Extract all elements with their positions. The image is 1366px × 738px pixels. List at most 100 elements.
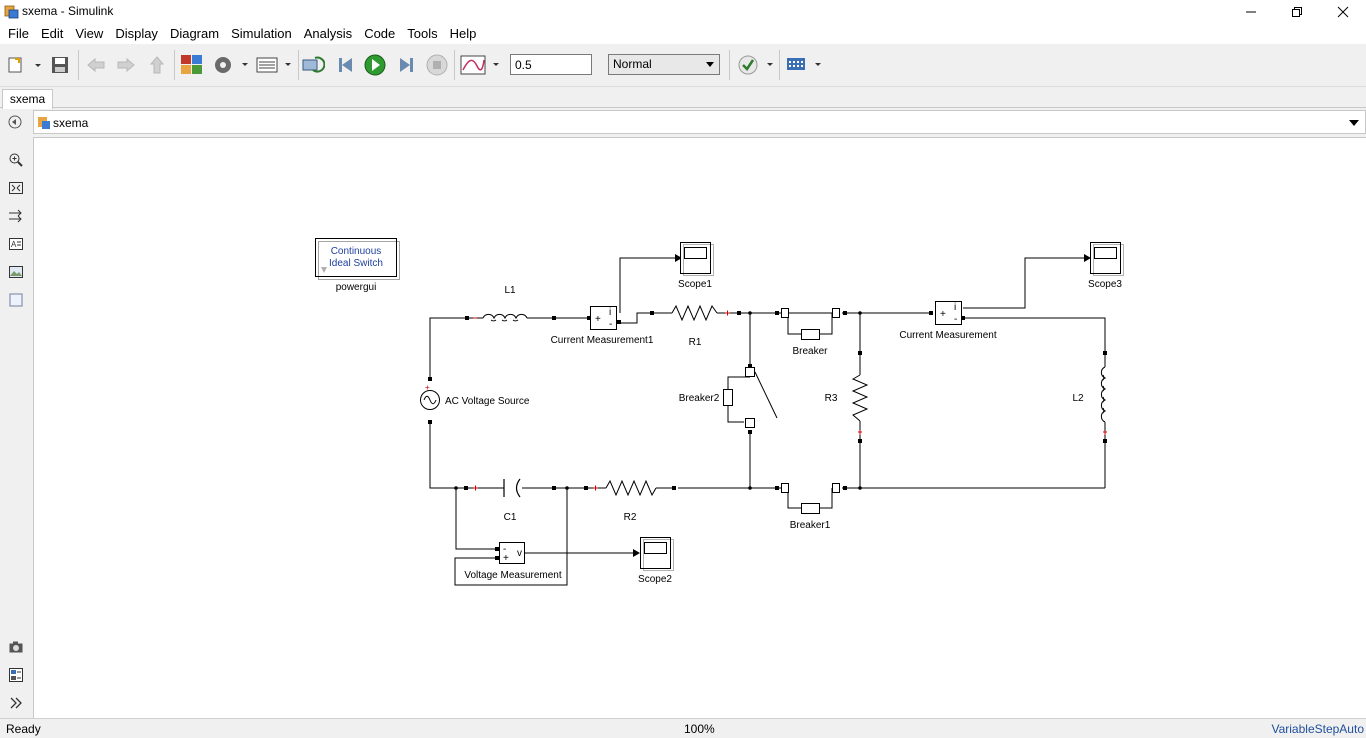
label-c1: C1 [504, 512, 517, 523]
label-l1: L1 [504, 285, 516, 296]
update-diagram-icon[interactable] [300, 52, 326, 78]
svg-text:+: + [940, 309, 946, 320]
back-arrow-icon[interactable] [84, 52, 108, 78]
resistor-r3[interactable] [851, 374, 869, 422]
menu-help[interactable]: Help [444, 23, 483, 44]
svg-text:v: v [517, 548, 522, 559]
diagram-canvas[interactable]: Continuous Ideal Switch powergui L1 + i … [33, 137, 1366, 718]
route-lines-icon[interactable] [6, 206, 26, 226]
minimize-button[interactable] [1228, 0, 1274, 23]
menu-analysis[interactable]: Analysis [298, 23, 358, 44]
zoom-level: 100% [684, 722, 715, 736]
label-scope2: Scope2 [638, 574, 672, 585]
label-scope1: Scope1 [678, 279, 712, 290]
label-breaker1: Breaker1 [790, 520, 831, 531]
menu-bar: File Edit View Display Diagram Simulatio… [0, 23, 1366, 44]
stop-time-input[interactable] [510, 54, 592, 75]
up-arrow-icon[interactable] [145, 52, 169, 78]
menu-diagram[interactable]: Diagram [164, 23, 225, 44]
resistor-r1[interactable] [671, 304, 718, 322]
toolbar: Normal [0, 44, 1366, 87]
simulink-app-icon [4, 5, 19, 19]
menu-file[interactable]: File [2, 23, 35, 44]
menu-code[interactable]: Code [358, 23, 401, 44]
ac-voltage-source-block[interactable]: + [420, 383, 440, 410]
scope1-block[interactable] [680, 242, 714, 276]
label-r2: R2 [624, 512, 637, 523]
arrowheads [633, 254, 1091, 557]
svg-text:+: + [503, 553, 509, 564]
annotation-icon[interactable]: A [6, 234, 26, 254]
current-measurement1-block[interactable]: + i - [590, 306, 617, 331]
navigate-back-icon[interactable] [8, 115, 22, 132]
forward-arrow-icon[interactable] [114, 52, 138, 78]
label-breaker: Breaker [792, 346, 828, 357]
model-browser-address-bar: sxema [33, 110, 1366, 134]
capacitor-c1[interactable] [503, 478, 521, 498]
label-scope3: Scope3 [1088, 279, 1122, 290]
powergui-line1: Continuous [331, 246, 382, 257]
svg-text:i: i [609, 307, 611, 318]
tab-strip: sxema [0, 87, 1366, 109]
status-text: Ready [6, 722, 41, 736]
resistor-r2[interactable] [605, 479, 657, 497]
menu-edit[interactable]: Edit [35, 23, 69, 44]
status-bar: Ready 100% VariableStepAuto [0, 718, 1366, 738]
menu-display[interactable]: Display [109, 23, 164, 44]
chevron-down-icon[interactable] [1349, 120, 1359, 126]
label-l2: L2 [1072, 393, 1084, 404]
inductor-l1[interactable] [482, 313, 537, 322]
area-icon[interactable] [6, 290, 26, 310]
expand-chevron-icon[interactable] [6, 693, 26, 713]
model-config-gear-icon[interactable] [210, 52, 250, 78]
model-advisor-check-icon[interactable] [735, 52, 775, 78]
simulation-mode-select[interactable]: Normal [608, 54, 720, 75]
breadcrumb-model[interactable]: sxema [53, 116, 88, 130]
model-icon [38, 117, 50, 129]
simulation-mode-value: Normal [613, 57, 652, 71]
powergui-block[interactable]: Continuous Ideal Switch [315, 238, 400, 280]
port-squares [428, 311, 1107, 560]
label-r3: R3 [825, 393, 838, 404]
fit-to-view-icon[interactable] [6, 178, 26, 198]
breaker1-block[interactable] [781, 483, 840, 514]
menu-simulation[interactable]: Simulation [225, 23, 298, 44]
powergui-label: powergui [336, 282, 377, 293]
chevron-down-icon [706, 62, 714, 67]
step-forward-icon[interactable] [393, 52, 419, 78]
camera-icon[interactable] [6, 637, 26, 657]
model-explorer-icon[interactable] [254, 52, 294, 78]
zoom-in-icon[interactable] [6, 150, 26, 170]
tab-sxema[interactable]: sxema [2, 89, 53, 109]
powergui-line2: Ideal Switch [329, 258, 383, 269]
solver-link[interactable]: VariableStepAuto [1271, 722, 1364, 736]
inductor-l2[interactable] [1100, 366, 1107, 431]
close-button[interactable] [1320, 0, 1366, 23]
wires [429, 257, 1106, 586]
image-icon[interactable] [6, 262, 26, 282]
menu-view[interactable]: View [69, 23, 109, 44]
library-browser-icon[interactable] [179, 52, 205, 78]
step-back-icon[interactable] [333, 52, 359, 78]
data-inspector-icon[interactable] [458, 52, 504, 78]
scope3-block[interactable] [1090, 242, 1124, 276]
save-icon[interactable] [48, 52, 72, 78]
new-model-button[interactable] [6, 52, 42, 78]
build-model-icon[interactable] [784, 52, 824, 78]
label-current-measurement1: Current Measurement1 [551, 335, 654, 346]
svg-text:+: + [595, 314, 601, 325]
svg-text:A: A [11, 240, 17, 249]
svg-text:-: - [609, 319, 612, 330]
svg-text:+: + [425, 383, 430, 392]
scope2-block[interactable] [640, 537, 674, 571]
svg-text:i: i [954, 302, 956, 313]
model-browser-icon[interactable] [6, 665, 26, 685]
svg-text:-: - [954, 314, 957, 325]
restore-button[interactable] [1274, 0, 1320, 23]
current-measurement-block[interactable]: + i - [935, 301, 962, 326]
run-button[interactable] [362, 52, 388, 78]
menu-tools[interactable]: Tools [401, 23, 443, 44]
stop-button[interactable] [424, 52, 450, 78]
breaker-block[interactable] [781, 308, 840, 340]
voltage-measurement-block[interactable]: - + v [499, 542, 525, 565]
